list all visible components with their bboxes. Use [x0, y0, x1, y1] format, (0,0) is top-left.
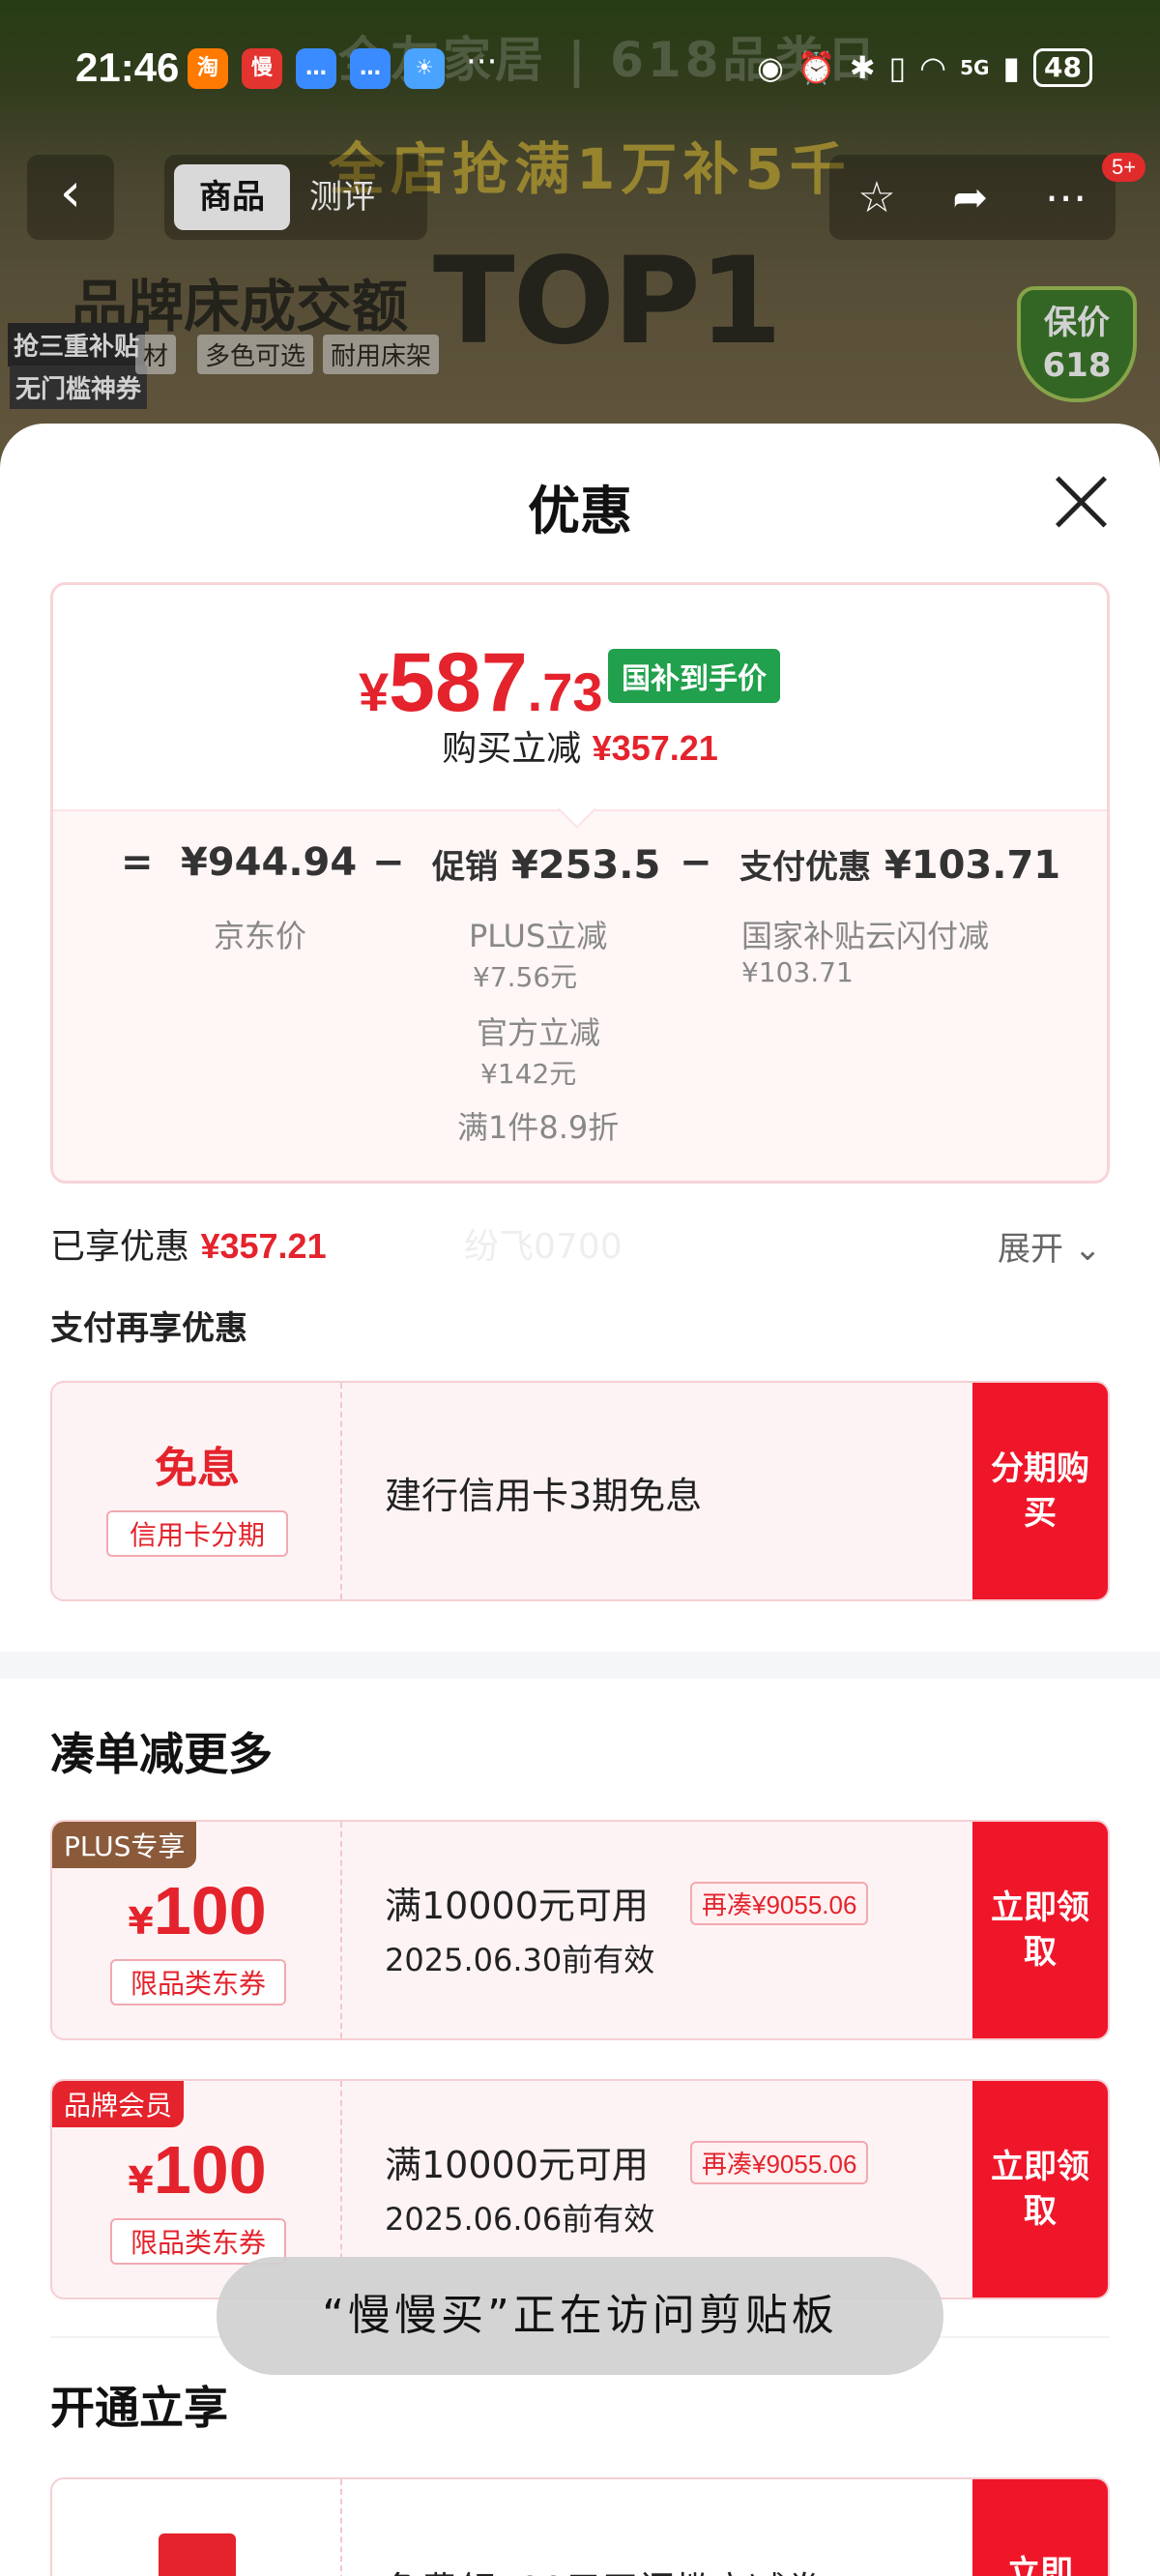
jd-price: ¥944.94 [181, 840, 358, 885]
message-badge: 5+ [1102, 153, 1146, 182]
more-notifications-icon: ··· [466, 43, 498, 81]
jd-price-label: 京东价 [214, 918, 307, 954]
pay-item-value: ¥103.71 [741, 956, 854, 988]
more-menu-icon[interactable]: ⋯ [1045, 173, 1088, 222]
claim-coupon-button[interactable]: 立即领取 [972, 1822, 1108, 2038]
clock: 21:46 [75, 44, 180, 90]
message2-app-icon: … [350, 48, 391, 89]
nav-tabs: 商品 测评 [164, 155, 427, 240]
bluetooth-icon: ✱ [849, 49, 876, 86]
vibrate-icon: ▯ [888, 49, 907, 86]
installment-title: 免息 [155, 1444, 240, 1493]
open-now-button[interactable]: 立即 [972, 2479, 1108, 2576]
eye-icon: ◉ [756, 49, 784, 86]
wifi-icon: ◠ [919, 49, 947, 86]
coupon-amount: ¥100 [128, 2132, 267, 2208]
minus-sign: − [372, 840, 405, 885]
claim-coupon-button[interactable]: 立即领取 [972, 2081, 1108, 2298]
benefit-card: 免费领100元无门槛立减券 立即 [50, 2477, 1110, 2576]
alarm-icon: ⏰ [797, 49, 836, 86]
price-breakdown: = ¥944.94 京东价 − 促销 ¥253.5 PLUS立减 ¥7.56元 … [53, 809, 1107, 1181]
coupon-expiry: 2025.06.06前有效 [385, 2201, 655, 2238]
favorite-star-icon[interactable]: ☆ [857, 173, 895, 222]
promo-total: 促销 ¥253.5 [432, 843, 661, 888]
discount-sheet: 优惠 ¥587.73 国补到手价 购买立减 ¥357.21 = ¥944.94 … [0, 424, 1160, 2576]
back-button[interactable]: ‹ [27, 155, 114, 240]
promo-discount: 满1件8.9折 [457, 1109, 620, 1146]
chevron-down-icon: ⌄ [1073, 1230, 1102, 1269]
bundle-section-title: 凑单减更多 [50, 1728, 273, 1780]
final-price: ¥587.73 [359, 636, 603, 729]
section-divider [0, 1652, 1160, 1679]
benefit-icon [159, 2533, 236, 2576]
pay-more-title: 支付再享优惠 [50, 1309, 247, 1348]
coupon-expiry: 2025.06.30前有效 [385, 1942, 655, 1978]
enjoyed-discount: 已享优惠 ¥357.21 [50, 1226, 327, 1267]
coupon-gap-tag: 再凑¥9055.06 [690, 2141, 869, 2184]
coupon-condition: 满10000元可用 [385, 1885, 649, 1927]
equals-sign: = [121, 840, 154, 885]
minus-sign: − [680, 840, 712, 885]
coupon-card: PLUS专享 ¥100 限品类东券 满10000元可用 再凑¥9055.06 2… [50, 1820, 1110, 2040]
message-app-icon: … [296, 48, 336, 89]
pay-item-name: 国家补贴云闪付减 [741, 918, 990, 954]
tab-product[interactable]: 商品 [174, 164, 290, 230]
installment-buy-button[interactable]: 分期购买 [972, 1383, 1108, 1599]
close-icon[interactable] [1052, 472, 1110, 530]
status-bar: 21:46 淘 慢 … … ☀ ··· ◉ ⏰ ✱ ▯ ◠ 5G ▮ 48 [0, 0, 1160, 145]
purchase-reduction: 购买立减 ¥357.21 [442, 728, 718, 769]
promo-item-value: ¥142元 [480, 1058, 577, 1090]
coupon-type: 限品类东券 [110, 1959, 286, 2005]
coupon-gap-tag: 再凑¥9055.06 [690, 1882, 869, 1925]
sheet-title: 优惠 [528, 481, 632, 542]
subsidy-price-tag: 国补到手价 [608, 649, 780, 703]
coupon-condition: 满10000元可用 [385, 2144, 649, 2186]
signal-icon: ▮ [1002, 49, 1021, 86]
promo-item-name: PLUS立减 [469, 918, 608, 954]
promo-item-value: ¥7.56元 [473, 961, 578, 993]
promo-item-name: 官方立减 [477, 1014, 601, 1051]
clipboard-toast: “慢慢买”正在访问剪贴板 [217, 2257, 943, 2375]
benefit-desc: 免费领100元无门槛立减券 [385, 2561, 823, 2576]
system-indicators: ◉ ⏰ ✱ ▯ ◠ 5G ▮ 48 [757, 48, 1092, 87]
installment-tag: 信用卡分期 [106, 1510, 288, 1557]
pay-discount-total: 支付优惠 ¥103.71 [740, 843, 1061, 888]
coupon-amount: ¥100 [128, 1873, 267, 1948]
watermark: 纷飞0700 [464, 1227, 623, 1267]
nav-actions: ☆ ➦ ⋯ [829, 155, 1116, 240]
taobao-app-icon: 淘 [188, 48, 228, 89]
battery-icon: 48 [1033, 48, 1092, 87]
price-card: ¥587.73 国补到手价 购买立减 ¥357.21 = ¥944.94 京东价… [50, 582, 1110, 1184]
network-label: 5G [960, 56, 990, 79]
expand-toggle[interactable]: 展开 ⌄ [998, 1222, 1101, 1270]
installment-desc: 建行信用卡3期免息 [385, 1475, 703, 1517]
weather-app-icon: ☀ [404, 48, 445, 89]
share-icon[interactable]: ➦ [952, 173, 988, 222]
tab-review[interactable]: 测评 [309, 164, 375, 230]
installment-card: 免息 信用卡分期 建行信用卡3期免息 分期购买 [50, 1381, 1110, 1601]
open-section-title: 开通立享 [50, 2382, 228, 2434]
manmanmai-app-icon: 慢 [242, 48, 282, 89]
